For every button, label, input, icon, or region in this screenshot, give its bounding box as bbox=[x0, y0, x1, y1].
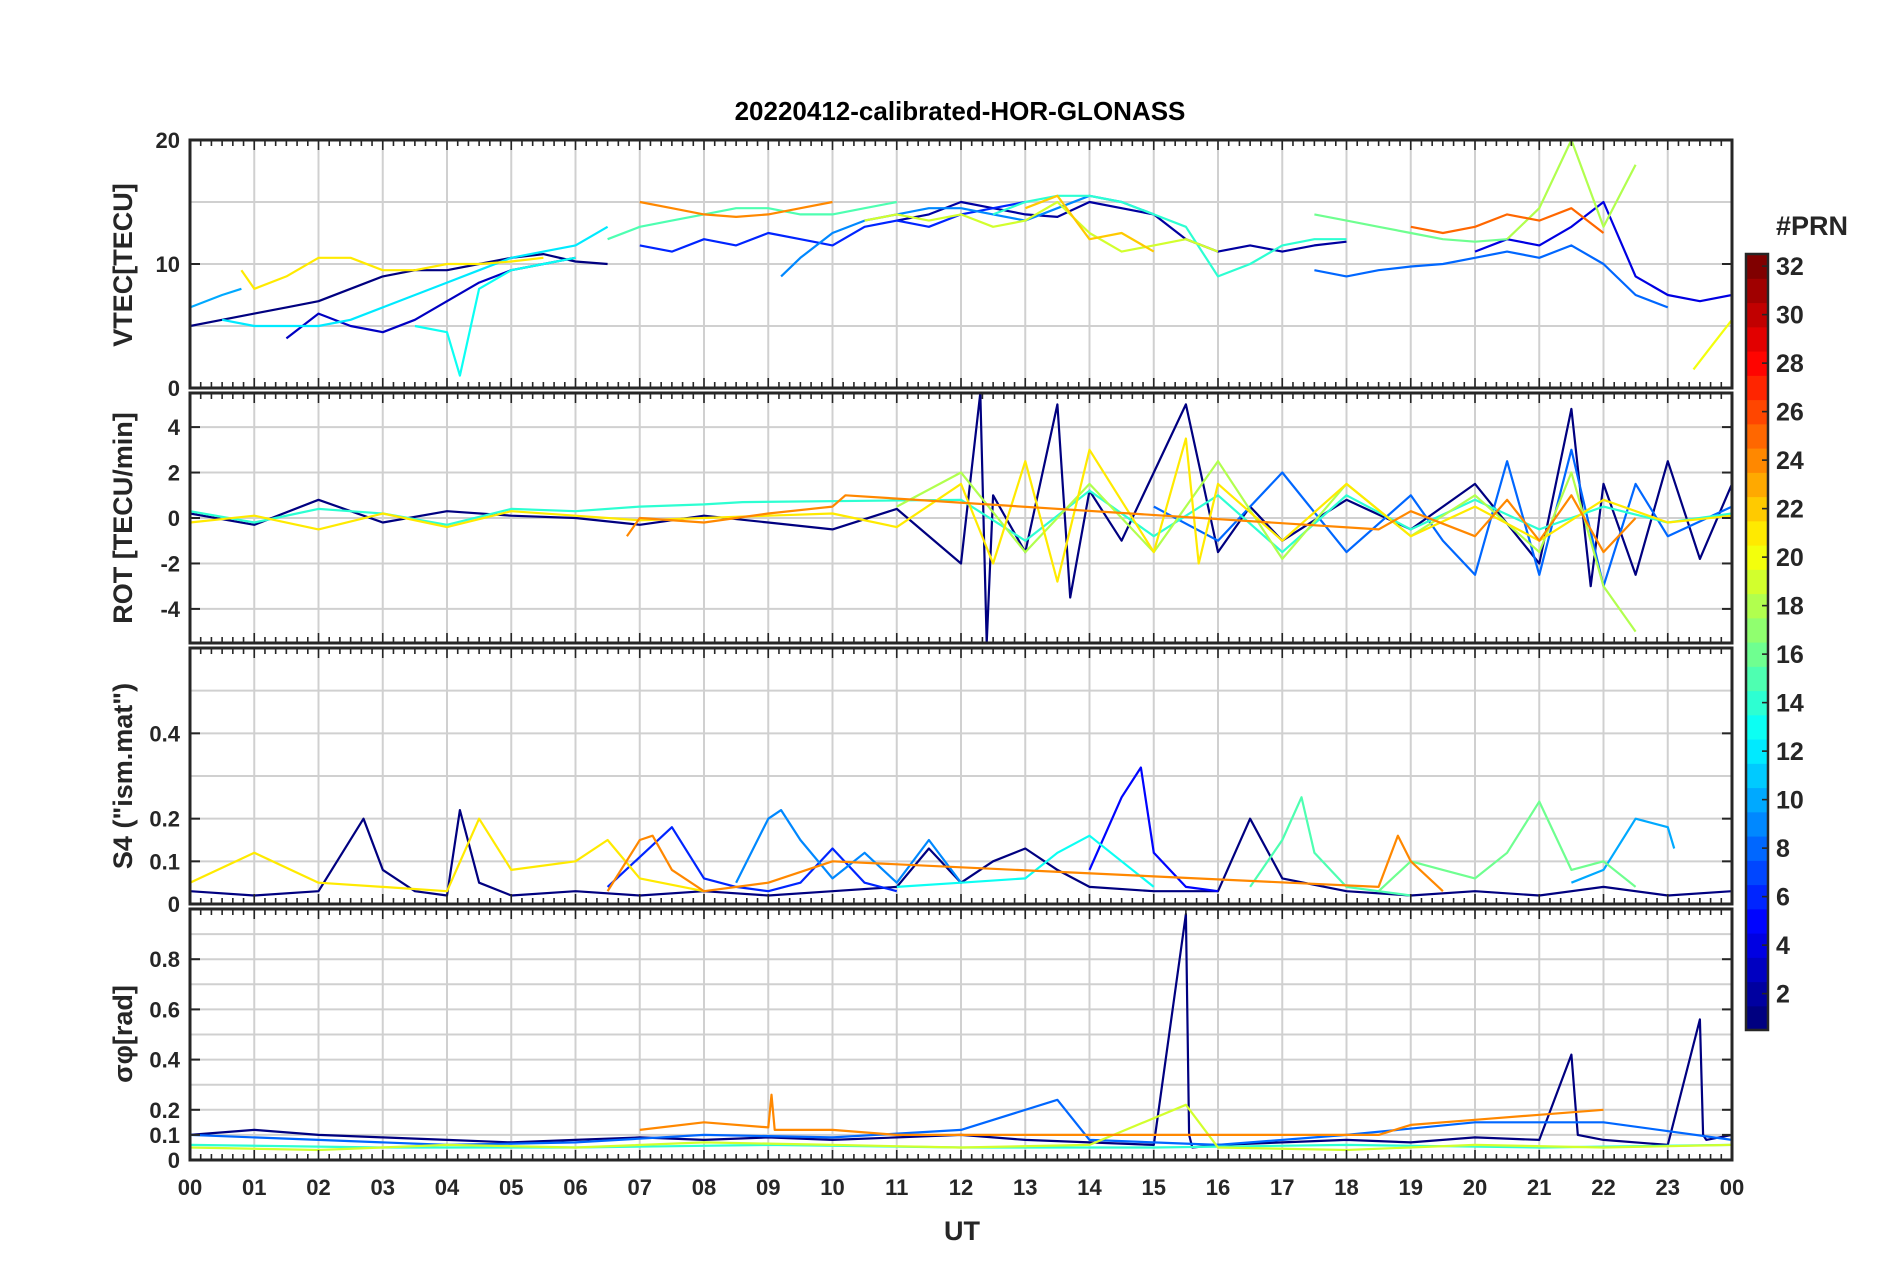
x-tick-label: 19 bbox=[1399, 1175, 1423, 1200]
x-tick-label: 16 bbox=[1206, 1175, 1230, 1200]
y-tick-label: 0.6 bbox=[149, 997, 180, 1022]
colorbar-swatch bbox=[1746, 714, 1768, 740]
y-tick-label: 0.4 bbox=[149, 1048, 180, 1073]
x-tick-label: 10 bbox=[820, 1175, 844, 1200]
x-tick-label: 12 bbox=[949, 1175, 973, 1200]
colorbar-tick-label: 28 bbox=[1776, 350, 1804, 378]
x-tick-label: 02 bbox=[306, 1175, 330, 1200]
x-tick-label: 01 bbox=[242, 1175, 266, 1200]
y-tick-label: 0.8 bbox=[149, 947, 180, 972]
colorbar-tick-label: 26 bbox=[1776, 399, 1804, 427]
y-tick-label: 20 bbox=[156, 128, 180, 153]
y-tick-label: 2 bbox=[168, 461, 180, 486]
colorbar-swatch bbox=[1746, 569, 1768, 595]
x-tick-label: 06 bbox=[563, 1175, 587, 1200]
colorbar-tick-label: 20 bbox=[1776, 544, 1804, 572]
colorbar-tick-label: 16 bbox=[1776, 641, 1804, 669]
y-tick-label: 0 bbox=[168, 506, 180, 531]
x-tick-label: 07 bbox=[628, 1175, 652, 1200]
x-tick-label: 04 bbox=[435, 1175, 460, 1200]
colorbar-swatch bbox=[1746, 811, 1768, 837]
x-tick-label: 22 bbox=[1591, 1175, 1615, 1200]
x-tick-label: 14 bbox=[1077, 1175, 1102, 1200]
colorbar-swatch bbox=[1746, 472, 1768, 498]
y-tick-label: -2 bbox=[160, 551, 180, 576]
colorbar-swatch bbox=[1746, 1005, 1768, 1031]
colorbar-tick-label: 12 bbox=[1776, 738, 1804, 766]
colorbar-tick-label: 10 bbox=[1776, 787, 1804, 815]
x-tick-label: 00 bbox=[1720, 1175, 1744, 1200]
y-tick-label: 0.1 bbox=[149, 1123, 180, 1148]
x-tick-label: 15 bbox=[1142, 1175, 1166, 1200]
y-tick-label: 0.1 bbox=[149, 849, 180, 874]
x-tick-label: 03 bbox=[371, 1175, 395, 1200]
y-tick-label: 0.2 bbox=[149, 1098, 180, 1123]
colorbar-tick-label: 8 bbox=[1776, 835, 1790, 863]
colorbar-swatch bbox=[1746, 763, 1768, 789]
y-tick-label: 0.2 bbox=[149, 807, 180, 832]
colorbar-swatch bbox=[1746, 617, 1768, 643]
y-tick-label: 4 bbox=[168, 415, 181, 440]
colorbar-swatch bbox=[1746, 423, 1768, 449]
y-tick-label: 0.4 bbox=[149, 721, 180, 746]
colorbar-swatch bbox=[1746, 908, 1768, 934]
colorbar-tick-label: 22 bbox=[1776, 496, 1804, 524]
x-tick-label: 08 bbox=[692, 1175, 716, 1200]
x-tick-label: 00 bbox=[178, 1175, 202, 1200]
x-tick-label: 23 bbox=[1656, 1175, 1680, 1200]
colorbar-swatch bbox=[1746, 278, 1768, 304]
x-tick-label: 17 bbox=[1270, 1175, 1294, 1200]
figure: 20220412-calibrated-HOR-GLONASS 01020VTE… bbox=[0, 0, 1902, 1272]
y-tick-label: 0 bbox=[168, 1148, 180, 1173]
y-tick-label: -4 bbox=[160, 597, 180, 622]
chart-title: 20220412-calibrated-HOR-GLONASS bbox=[735, 96, 1186, 126]
colorbar-swatch bbox=[1746, 375, 1768, 401]
colorbar-tick-label: 18 bbox=[1776, 593, 1804, 621]
y-axis-label-rot: ROT [TECU/min] bbox=[108, 412, 138, 623]
y-axis-label-s4: S4 ("ism.mat") bbox=[108, 683, 138, 869]
colorbar-tick-label: 24 bbox=[1776, 447, 1804, 475]
colorbar-label: #PRN bbox=[1776, 211, 1848, 241]
colorbar-tick-label: 30 bbox=[1776, 302, 1804, 330]
colorbar-swatch bbox=[1746, 520, 1768, 546]
x-tick-label: 11 bbox=[885, 1175, 908, 1200]
x-tick-label: 21 bbox=[1527, 1175, 1551, 1200]
colorbar-tick-label: 32 bbox=[1776, 253, 1804, 281]
colorbar-swatch bbox=[1746, 860, 1768, 886]
colorbar-swatch bbox=[1746, 666, 1768, 692]
colorbar-tick-label: 2 bbox=[1776, 981, 1790, 1009]
y-axis-label-vtec: VTEC[TECU] bbox=[108, 183, 138, 347]
x-tick-label: 18 bbox=[1334, 1175, 1358, 1200]
x-tick-label: 05 bbox=[499, 1175, 523, 1200]
x-tick-label: 13 bbox=[1013, 1175, 1037, 1200]
y-axis-label-sigma_phi: σφ[rad] bbox=[108, 985, 138, 1083]
colorbar-tick-label: 14 bbox=[1776, 690, 1804, 718]
colorbar-tick-label: 6 bbox=[1776, 884, 1790, 912]
colorbar-tick-label: 4 bbox=[1776, 932, 1790, 960]
colorbar-swatch bbox=[1746, 326, 1768, 352]
y-tick-label: 0 bbox=[168, 376, 180, 401]
x-tick-label: 09 bbox=[756, 1175, 780, 1200]
y-tick-label: 0 bbox=[168, 892, 180, 917]
y-tick-label: 10 bbox=[156, 252, 180, 277]
colorbar-swatch bbox=[1746, 957, 1768, 983]
x-tick-label: 20 bbox=[1463, 1175, 1487, 1200]
x-axis-label: UT bbox=[944, 1216, 980, 1246]
